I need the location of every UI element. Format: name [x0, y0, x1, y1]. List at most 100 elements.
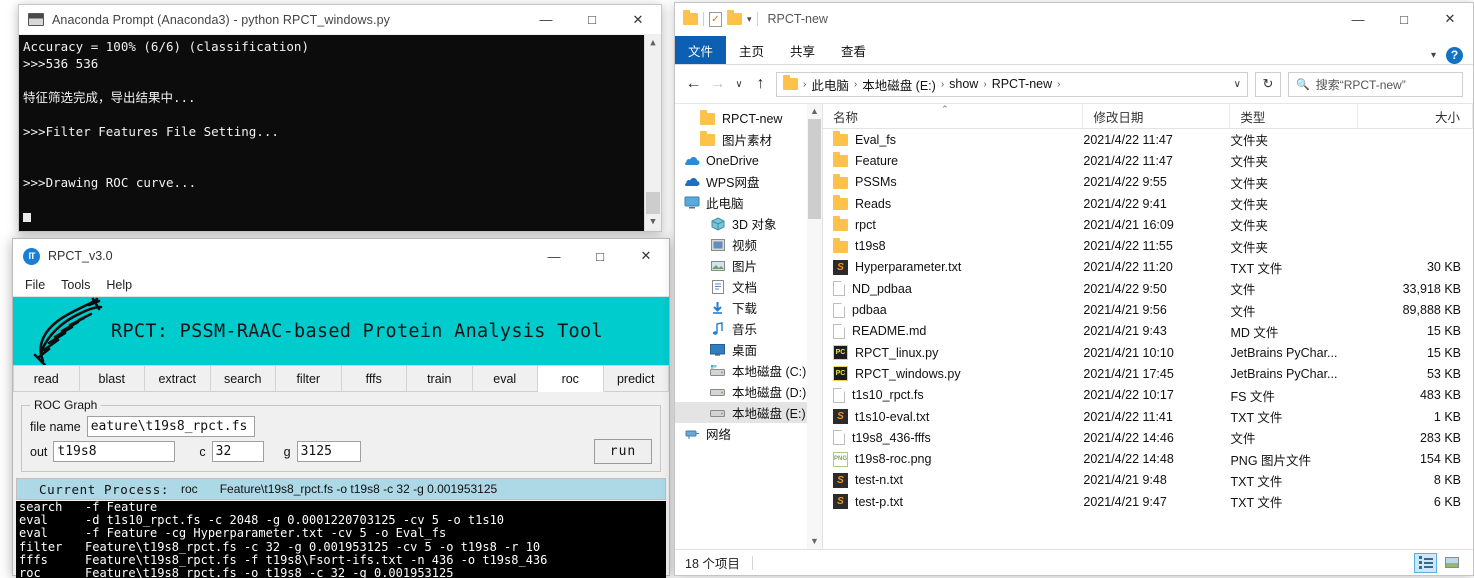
quick-access-toolbar[interactable]: ✓ ▾ [675, 10, 758, 27]
breadcrumb-item-rpct-new[interactable]: RPCT-new [992, 77, 1052, 91]
sidebar-item-desktop[interactable]: 桌面 [675, 339, 822, 360]
ribbon-help-area[interactable]: ▾ ? [1431, 47, 1473, 64]
close-button[interactable]: ✕ [615, 5, 661, 35]
search-input[interactable]: 🔍 搜索“RPCT-new” [1288, 71, 1463, 97]
thumbnail-view-button[interactable] [1440, 553, 1463, 573]
ribbon-tab-share[interactable]: 共享 [777, 36, 828, 64]
sidebar-item-drive-d[interactable]: 本地磁盘 (D:) [675, 381, 822, 402]
details-view-button[interactable] [1414, 552, 1437, 573]
table-row[interactable]: Eval_fs 2021/4/22 11:47 文件夹 [823, 129, 1473, 150]
chevron-down-icon[interactable]: ▾ [1431, 50, 1436, 61]
table-row[interactable]: PNG t19s8-roc.png 2021/4/22 14:48 PNG 图片文… [823, 448, 1473, 469]
table-row[interactable]: PSSMs 2021/4/22 9:55 文件夹 [823, 172, 1473, 193]
tab-read[interactable]: read [13, 366, 80, 392]
run-button[interactable]: run [594, 439, 652, 464]
sidebar-item-music[interactable]: 音乐 [675, 318, 822, 339]
anaconda-window-controls[interactable]: — □ ✕ [523, 5, 661, 35]
anaconda-console-output[interactable]: Accuracy = 100% (6/6) (classification) >… [19, 35, 661, 231]
tab-blast[interactable]: blast [79, 366, 145, 392]
breadcrumb-item-show[interactable]: show [949, 77, 978, 91]
forward-icon[interactable]: → [709, 75, 726, 93]
table-row[interactable]: S Hyperparameter.txt 2021/4/22 11:20 TXT … [823, 257, 1473, 278]
sidebar-item-drive-c[interactable]: 本地磁盘 (C:) [675, 360, 822, 381]
sidebar-item-network[interactable]: 网络 [675, 423, 822, 444]
scroll-down-icon[interactable]: ▼ [650, 214, 655, 231]
column-headers[interactable]: 名称 修改日期 类型 大小 ⌃ [823, 104, 1473, 129]
sidebar-item-pictures[interactable]: 图片 [675, 255, 822, 276]
sidebar-item-wps-cloud[interactable]: WPS网盘 [675, 171, 822, 192]
close-button[interactable]: ✕ [1427, 4, 1473, 34]
ribbon-tab-bar[interactable]: 文件 主页 共享 查看 ▾ ? [675, 35, 1473, 65]
breadcrumb-item-this-pc[interactable]: 此电脑 [811, 75, 849, 94]
file-list-pane[interactable]: 名称 修改日期 类型 大小 ⌃ Eval_fs 2021/4/22 11:47 … [823, 104, 1473, 549]
sidebar-item-drive-e[interactable]: 本地磁盘 (E:) [675, 402, 822, 423]
tab-roc[interactable]: roc [538, 366, 604, 392]
navigation-tree[interactable]: RPCT-new 图片素材 OneDrive WPS网盘 此电脑 3D 对象 视… [675, 104, 822, 444]
anaconda-titlebar[interactable]: Anaconda Prompt (Anaconda3) - python RPC… [19, 5, 661, 35]
sidebar-item-this-pc[interactable]: 此电脑 [675, 192, 822, 213]
file-explorer-window[interactable]: ✓ ▾ RPCT-new — □ ✕ 文件 主页 共享 查看 ▾ ? ← → ∨ [674, 2, 1474, 576]
ribbon-tab-file[interactable]: 文件 [675, 36, 727, 64]
scroll-down-icon[interactable]: ▼ [810, 534, 819, 549]
navigation-pane[interactable]: RPCT-new 图片素材 OneDrive WPS网盘 此电脑 3D 对象 视… [675, 104, 823, 549]
table-row[interactable]: t1s10_rpct.fs 2021/4/22 10:17 FS 文件 483 … [823, 385, 1473, 406]
column-header-date[interactable]: 修改日期 [1083, 104, 1231, 128]
breadcrumb-item-drive-e[interactable]: 本地磁盘 (E:) [862, 75, 936, 94]
ribbon-tab-home[interactable]: 主页 [726, 36, 777, 64]
explorer-titlebar[interactable]: ✓ ▾ RPCT-new — □ ✕ [675, 3, 1473, 35]
ribbon-tab-view[interactable]: 查看 [828, 36, 879, 64]
sidebar-item-rpct-new[interactable]: RPCT-new [675, 108, 822, 129]
table-row[interactable]: Reads 2021/4/22 9:41 文件夹 [823, 193, 1473, 214]
rpct-application-window[interactable]: IT RPCT_v3.0 — □ ✕ File Tools Help RPCT:… [12, 238, 670, 578]
tab-predict[interactable]: predict [603, 366, 669, 392]
sidebar-item-onedrive[interactable]: OneDrive [675, 150, 822, 171]
table-row[interactable]: t19s8_436-fffs 2021/4/22 14:46 文件 283 KB [823, 427, 1473, 448]
table-row[interactable]: rpct 2021/4/21 16:09 文件夹 [823, 214, 1473, 235]
breadcrumb[interactable]: › 此电脑 › 本地磁盘 (E:) › show › RPCT-new › ∨ [776, 71, 1248, 97]
properties-icon[interactable]: ✓ [709, 11, 722, 27]
tab-extract[interactable]: extract [145, 366, 211, 392]
scrollbar-thumb[interactable] [808, 119, 821, 219]
table-row[interactable]: t19s8 2021/4/22 11:55 文件夹 [823, 235, 1473, 256]
rpct-titlebar[interactable]: IT RPCT_v3.0 — □ ✕ [13, 239, 669, 273]
table-row[interactable]: Stest-n.txt 2021/4/21 9:48 TXT 文件 8 KB [823, 470, 1473, 491]
minimize-button[interactable]: — [523, 5, 569, 35]
view-toggle-group[interactable] [1414, 552, 1463, 573]
maximize-button[interactable]: □ [569, 5, 615, 35]
sidebar-item-videos[interactable]: 视频 [675, 234, 822, 255]
out-input[interactable]: t19s8 [53, 441, 176, 462]
refresh-icon[interactable]: ↻ [1255, 71, 1281, 97]
column-header-name[interactable]: 名称 [823, 104, 1084, 128]
sidebar-item-3d-objects[interactable]: 3D 对象 [675, 213, 822, 234]
up-icon[interactable]: ↑ [752, 75, 769, 93]
column-header-size[interactable]: 大小 [1358, 104, 1473, 128]
tab-eval[interactable]: eval [472, 366, 538, 392]
c-input[interactable]: 32 [211, 441, 264, 462]
sidebar-item-image-assets[interactable]: 图片素材 [675, 129, 822, 150]
maximize-button[interactable]: □ [577, 241, 623, 271]
anaconda-prompt-window[interactable]: Anaconda Prompt (Anaconda3) - python RPC… [18, 4, 662, 232]
table-row[interactable]: README.md 2021/4/21 9:43 MD 文件 15 KB [823, 321, 1473, 342]
rpct-menubar[interactable]: File Tools Help [13, 273, 669, 297]
scroll-up-icon[interactable]: ▲ [810, 104, 819, 119]
recent-locations-icon[interactable]: ∨ [733, 79, 745, 90]
minimize-button[interactable]: — [531, 241, 577, 271]
address-bar[interactable]: ← → ∨ ↑ › 此电脑 › 本地磁盘 (E:) › show › RPCT-… [675, 65, 1473, 103]
sidebar-scrollbar[interactable]: ▲ ▼ [807, 104, 822, 549]
table-row[interactable]: St1s10-eval.txt 2021/4/22 11:41 TXT 文件 1… [823, 406, 1473, 427]
sidebar-item-downloads[interactable]: 下载 [675, 297, 822, 318]
table-row[interactable]: Stest-p.txt 2021/4/21 9:47 TXT 文件 6 KB [823, 491, 1473, 512]
table-row[interactable]: ND_pdbaa 2021/4/22 9:50 文件 33,918 KB [823, 278, 1473, 299]
back-icon[interactable]: ← [685, 75, 702, 93]
tab-search[interactable]: search [210, 366, 276, 392]
table-row[interactable]: Feature 2021/4/22 11:47 文件夹 [823, 150, 1473, 171]
sidebar-item-documents[interactable]: 文档 [675, 276, 822, 297]
filename-input[interactable]: eature\t19s8_rpct.fs [86, 416, 255, 437]
menu-item-tools[interactable]: Tools [61, 278, 90, 292]
maximize-button[interactable]: □ [1381, 4, 1427, 34]
file-rows[interactable]: Eval_fs 2021/4/22 11:47 文件夹 Feature 2021… [823, 129, 1473, 549]
g-input[interactable]: 3125 [296, 441, 361, 462]
rpct-command-log[interactable]: search -f Feature eval -d t1s10_rpct.fs … [16, 501, 666, 578]
menu-item-help[interactable]: Help [106, 278, 132, 292]
menu-item-file[interactable]: File [25, 278, 45, 292]
